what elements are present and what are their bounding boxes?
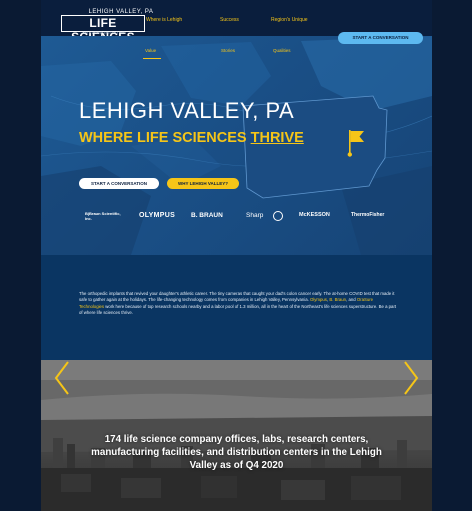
hero-section: Value Stories Qualities LEHIGH VALLEY, P…	[41, 36, 432, 255]
slider-caption: 174 life science company offices, labs, …	[91, 434, 382, 471]
website: LEHIGH VALLEY, PA LIFE SCIENCES AN LVEDC…	[41, 0, 432, 511]
tab-value[interactable]: Value	[145, 48, 156, 53]
company-logo-thermofisher: ThermoFisher	[351, 212, 385, 218]
chevron-right-icon[interactable]	[402, 360, 420, 396]
flag-icon	[347, 130, 364, 157]
active-tab-indicator	[143, 58, 161, 59]
why-lehigh-valley-button[interactable]: WHY LEHIGH VALLEY?	[167, 178, 239, 189]
nav-link-where[interactable]: Where is Lehigh	[146, 17, 182, 23]
stats-slider: 174 life science company offices, labs, …	[41, 360, 432, 511]
company-logo-braun-scientific: B|Braun Scientific, Inc.	[85, 211, 121, 221]
hero-tabs: Value Stories Qualities	[41, 48, 432, 60]
link-bbraun[interactable]: B. Braun	[329, 297, 346, 302]
intro-sep-2: , and	[346, 297, 357, 303]
tab-qualities[interactable]: Qualities	[273, 48, 291, 53]
hero-title: LEHIGH VALLEY, PA	[79, 98, 295, 123]
hero-subtitle: WHERE LIFE SCIENCES THRIVE	[79, 130, 304, 146]
company-logo-sharp: Sharp	[246, 212, 264, 219]
sharp-globe-icon	[273, 211, 283, 221]
tab-stories[interactable]: Stories	[221, 48, 235, 53]
hero-subtitle-underlined: THRIVE	[250, 130, 304, 146]
company-logos: B|Braun Scientific, Inc. OLYMPUS B. BRAU…	[79, 208, 419, 228]
start-conversation-top-button[interactable]: START A CONVERSATION	[338, 32, 423, 44]
start-conversation-button[interactable]: START A CONVERSATION	[79, 178, 159, 189]
intro-text-end: work here because of top research school…	[79, 303, 397, 316]
link-olympus[interactable]: Olympus	[310, 297, 327, 302]
intro-paragraph: The orthopedic implants that revived you…	[79, 291, 397, 317]
company-logo-mckesson: McKESSON	[299, 212, 330, 218]
company-logo-bbraun: B. BRAUN	[191, 212, 223, 219]
top-nav: LEHIGH VALLEY, PA LIFE SCIENCES AN LVEDC…	[41, 0, 432, 44]
hero-subtitle-text: WHERE LIFE SCIENCES	[79, 130, 251, 146]
intro-section: The orthopedic implants that revived you…	[41, 255, 432, 360]
company-logo-olympus: OLYMPUS	[139, 212, 176, 219]
nav-link-success[interactable]: Success	[220, 17, 239, 23]
logo-sub-text: AN LVEDC INITIATIVE	[82, 31, 126, 35]
nav-link-unique[interactable]: Region's Unique	[271, 17, 308, 23]
logo-main-text: LIFE SCIENCES	[61, 15, 145, 44]
chevron-left-icon[interactable]	[53, 360, 71, 396]
